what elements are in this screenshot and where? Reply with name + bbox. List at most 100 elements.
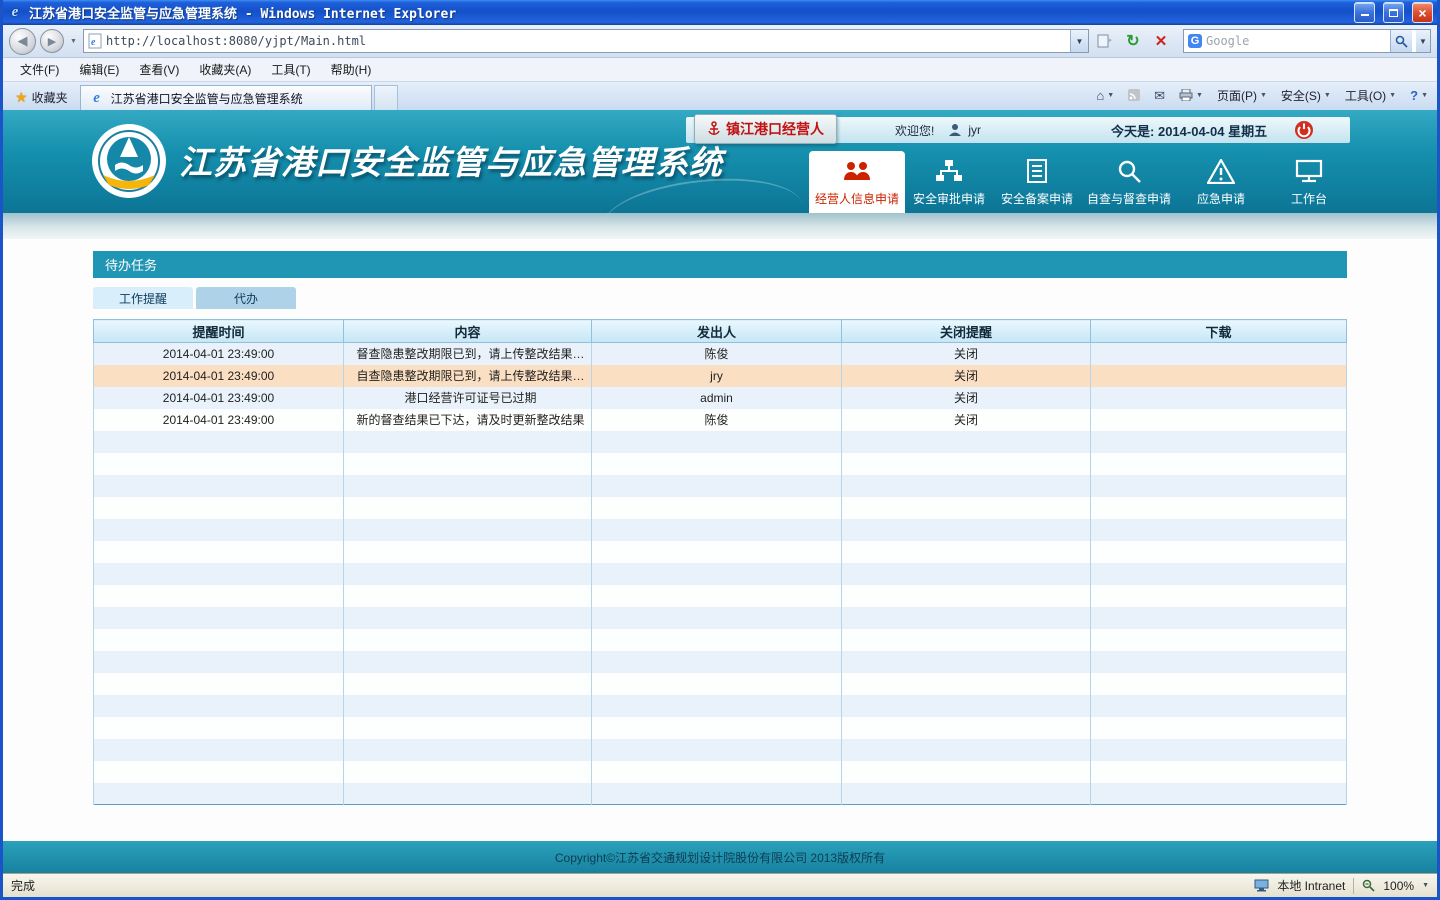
empty-cell bbox=[1091, 475, 1347, 497]
logout-button[interactable] bbox=[1294, 120, 1314, 140]
compatibility-view-button[interactable] bbox=[1093, 29, 1117, 53]
empty-row bbox=[94, 475, 1347, 497]
menu-view[interactable]: 查看(V) bbox=[130, 58, 188, 81]
menu-favorites[interactable]: 收藏夹(A) bbox=[190, 58, 260, 81]
safety-menu-button[interactable]: 安全(S)▼ bbox=[1276, 85, 1336, 106]
page-footer: Copyright©江苏省交通规划设计院股份有限公司 2013版权所有 bbox=[3, 841, 1437, 873]
empty-cell bbox=[842, 497, 1091, 519]
empty-row bbox=[94, 497, 1347, 519]
empty-cell bbox=[344, 453, 592, 475]
table-cell bbox=[1091, 409, 1347, 431]
close-reminder-link[interactable]: 关闭 bbox=[842, 343, 1091, 365]
nav-self-inspection[interactable]: 自查与督查申请 bbox=[1081, 151, 1177, 213]
empty-cell bbox=[344, 717, 592, 739]
col-close-reminder: 关闭提醒 bbox=[842, 320, 1091, 343]
tab-work-reminder[interactable]: 工作提醒 bbox=[93, 287, 193, 309]
empty-cell bbox=[842, 739, 1091, 761]
new-tab-button[interactable] bbox=[374, 85, 398, 110]
empty-cell bbox=[1091, 783, 1347, 805]
tab-todo[interactable]: 代办 bbox=[196, 287, 296, 309]
nav-emergency[interactable]: 应急申请 bbox=[1177, 151, 1265, 213]
empty-cell bbox=[1091, 629, 1347, 651]
table-cell bbox=[1091, 365, 1347, 387]
empty-cell bbox=[842, 519, 1091, 541]
close-reminder-link[interactable]: 关闭 bbox=[842, 387, 1091, 409]
role-badge: 镇江港口经营人 bbox=[694, 114, 837, 144]
nav-safety-filing[interactable]: 安全备案申请 bbox=[993, 151, 1081, 213]
forward-button[interactable]: ▶ bbox=[40, 29, 64, 53]
maximize-button[interactable] bbox=[1383, 2, 1404, 23]
empty-row bbox=[94, 695, 1347, 717]
address-input[interactable]: e http://localhost:8080/yjpt/Main.html ▼ bbox=[83, 29, 1089, 53]
panel-tabs: 工作提醒 代办 bbox=[93, 287, 1347, 309]
empty-cell bbox=[1091, 585, 1347, 607]
menu-help[interactable]: 帮助(H) bbox=[322, 58, 381, 81]
empty-row bbox=[94, 651, 1347, 673]
search-button[interactable] bbox=[1390, 30, 1412, 52]
intranet-zone-icon bbox=[1254, 879, 1269, 892]
close-reminder-link[interactable]: 关闭 bbox=[842, 365, 1091, 387]
history-dropdown[interactable]: ▼ bbox=[68, 38, 79, 45]
print-button[interactable]: ▼ bbox=[1174, 87, 1208, 103]
empty-cell bbox=[344, 695, 592, 717]
svg-text:e: e bbox=[91, 37, 96, 48]
zoom-dropdown-icon[interactable]: ▼ bbox=[1422, 882, 1429, 889]
empty-row bbox=[94, 431, 1347, 453]
site-logo bbox=[91, 123, 167, 199]
address-bar-row: ◀ ▶ ▼ e http://localhost:8080/yjpt/Main.… bbox=[3, 25, 1437, 58]
table-cell: 2014-04-01 23:49:00 bbox=[94, 387, 344, 409]
printer-icon bbox=[1179, 89, 1193, 101]
address-dropdown[interactable]: ▼ bbox=[1070, 30, 1088, 52]
nav-workbench[interactable]: 工作台 bbox=[1265, 151, 1353, 213]
stop-button[interactable]: ✕ bbox=[1149, 29, 1173, 53]
browser-tab[interactable]: e 江苏省港口安全监管与应急管理系统 bbox=[80, 85, 372, 110]
empty-cell bbox=[1091, 519, 1347, 541]
home-button[interactable]: ⌂▼ bbox=[1091, 87, 1119, 104]
zoom-level[interactable]: 100% bbox=[1383, 879, 1414, 893]
help-menu-button[interactable]: ?▼ bbox=[1405, 87, 1433, 104]
back-button[interactable]: ◀ bbox=[9, 28, 36, 55]
page-header: 江苏省港口安全监管与应急管理系统 镇江港口经营人 欢迎您! jyr 今天是: 2… bbox=[3, 110, 1437, 213]
empty-row bbox=[94, 607, 1347, 629]
empty-row bbox=[94, 761, 1347, 783]
menu-tools[interactable]: 工具(T) bbox=[262, 58, 319, 81]
empty-cell bbox=[94, 563, 344, 585]
table-header-row: 提醒时间 内容 发出人 关闭提醒 下载 bbox=[94, 320, 1347, 343]
zoom-magnifier-icon[interactable] bbox=[1362, 879, 1375, 892]
favorites-button[interactable]: ★ 收藏夹 bbox=[7, 85, 76, 109]
empty-cell bbox=[344, 739, 592, 761]
empty-cell bbox=[842, 651, 1091, 673]
print-dropdown-icon: ▼ bbox=[1196, 92, 1203, 99]
refresh-button[interactable]: ↻ bbox=[1121, 29, 1145, 53]
empty-cell bbox=[1091, 761, 1347, 783]
search-input[interactable]: G Google ▼ bbox=[1183, 29, 1431, 53]
todo-table-body: 2014-04-01 23:49:00督查隐患整改期限已到，请上传整改结果…陈俊… bbox=[94, 343, 1347, 805]
empty-cell bbox=[592, 717, 842, 739]
empty-cell bbox=[1091, 717, 1347, 739]
empty-cell bbox=[94, 739, 344, 761]
nav-label: 安全备案申请 bbox=[1001, 190, 1073, 207]
close-reminder-link[interactable]: 关闭 bbox=[842, 409, 1091, 431]
monitor-icon bbox=[1295, 157, 1323, 185]
org-chart-icon bbox=[935, 157, 963, 185]
search-options-dropdown[interactable]: ▼ bbox=[1416, 30, 1430, 52]
star-icon: ★ bbox=[15, 89, 28, 106]
empty-cell bbox=[1091, 673, 1347, 695]
feeds-button[interactable] bbox=[1123, 87, 1145, 103]
minimize-button[interactable] bbox=[1354, 2, 1375, 23]
close-button[interactable]: × bbox=[1412, 2, 1433, 23]
nav-operator-info[interactable]: 经营人信息申请 bbox=[809, 151, 905, 213]
menu-file[interactable]: 文件(F) bbox=[11, 58, 68, 81]
page-menu-button[interactable]: 页面(P)▼ bbox=[1212, 85, 1272, 106]
empty-cell bbox=[94, 761, 344, 783]
menu-edit[interactable]: 编辑(E) bbox=[70, 58, 128, 81]
tools-menu-button[interactable]: 工具(O)▼ bbox=[1340, 85, 1401, 106]
read-mail-button[interactable]: ✉ bbox=[1149, 87, 1170, 104]
table-cell: 自查隐患整改期限已到，请上传整改结果… bbox=[344, 365, 592, 387]
favorites-label: 收藏夹 bbox=[32, 89, 68, 106]
empty-cell bbox=[94, 541, 344, 563]
empty-cell bbox=[94, 607, 344, 629]
table-cell: 2014-04-01 23:49:00 bbox=[94, 343, 344, 365]
nav-safety-approval[interactable]: 安全审批申请 bbox=[905, 151, 993, 213]
menu-bar: 文件(F) 编辑(E) 查看(V) 收藏夹(A) 工具(T) 帮助(H) bbox=[3, 58, 1437, 82]
